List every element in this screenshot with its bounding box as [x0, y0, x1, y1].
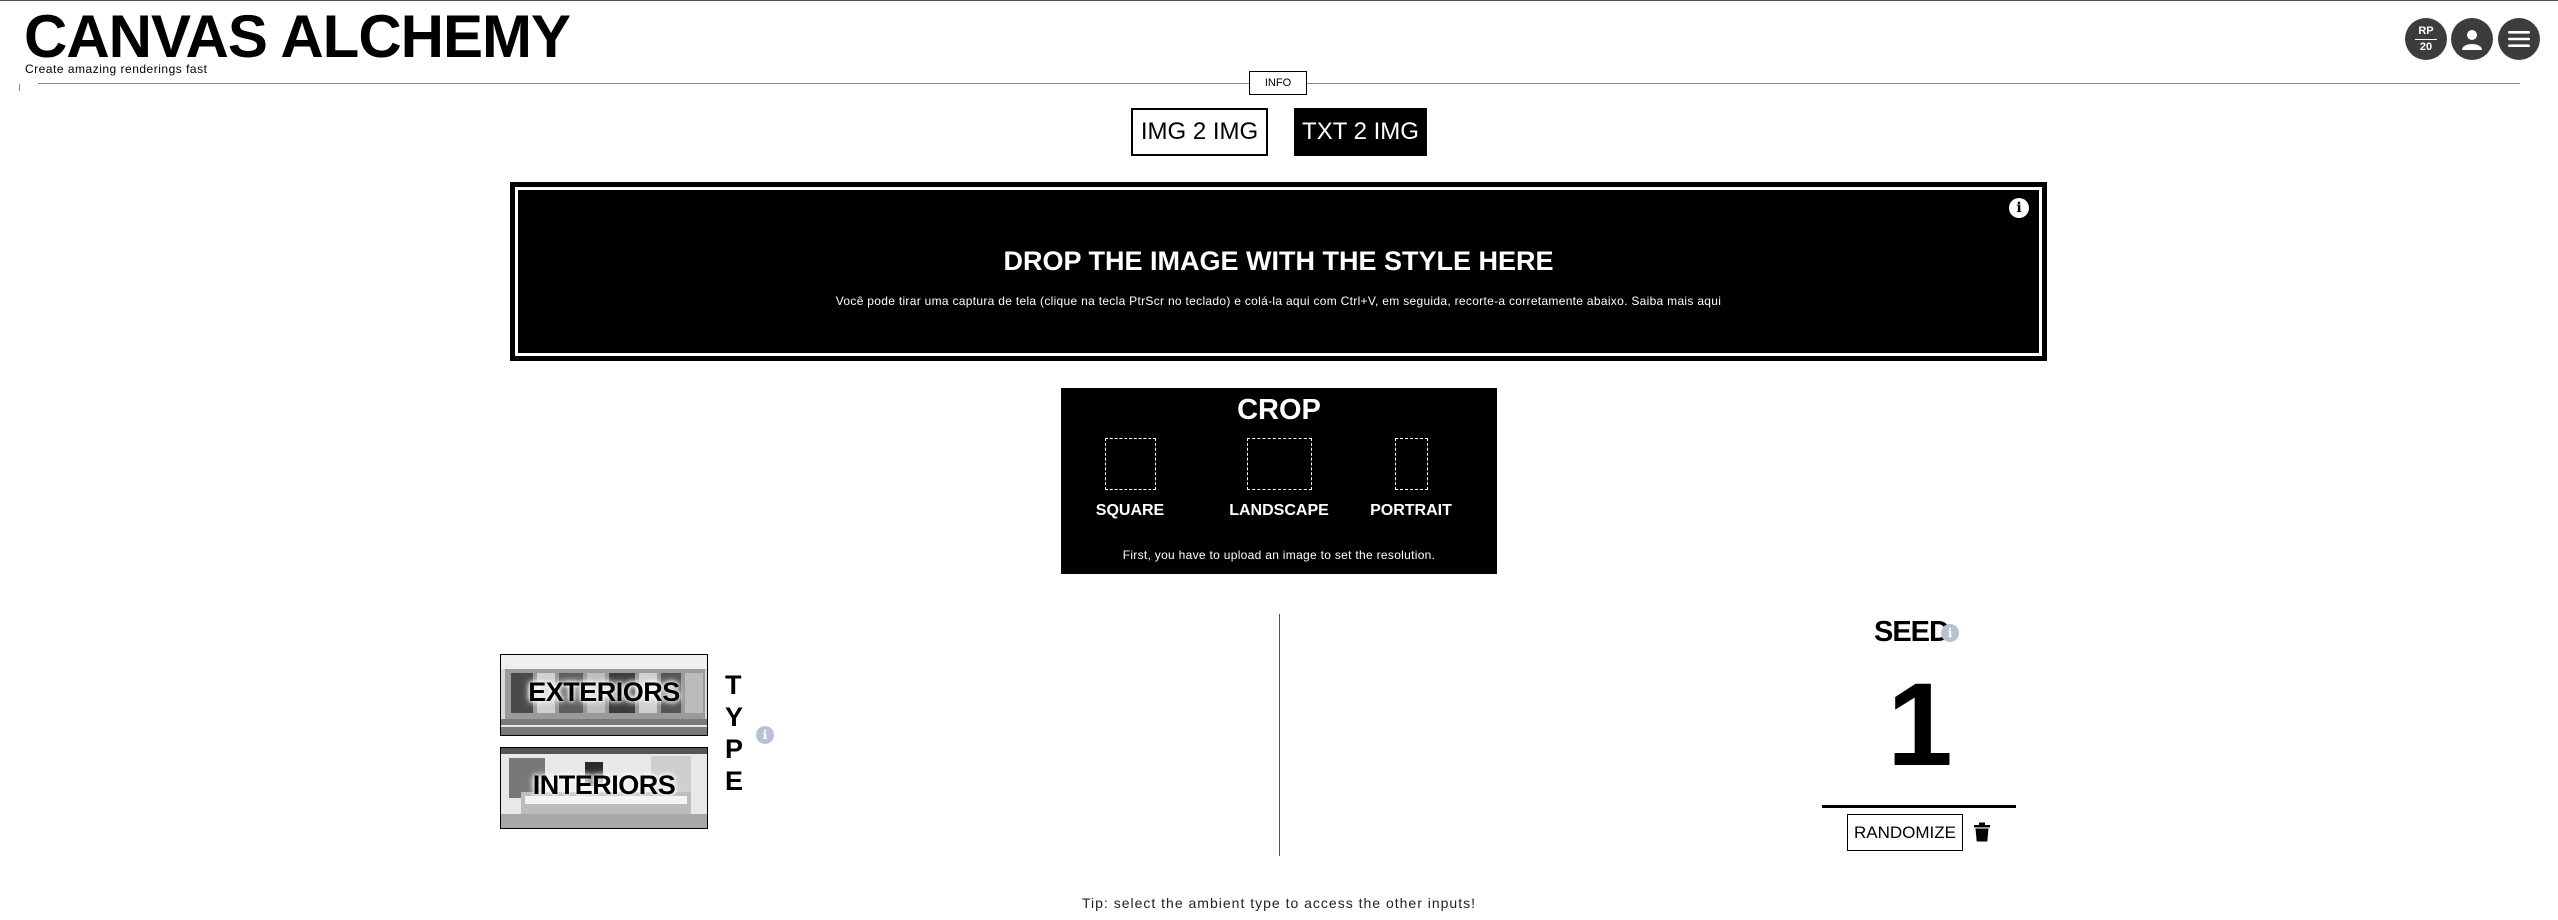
trash-icon[interactable] [1973, 822, 1991, 842]
seed-title: SEED [1874, 616, 1950, 648]
type-heading-letter: Y [725, 702, 744, 732]
hamburger-menu-icon [2508, 31, 2530, 47]
crop-option-square[interactable]: SQUARE [1085, 438, 1175, 520]
crop-option-portrait[interactable]: PORTRAIT [1369, 438, 1453, 520]
info-icon[interactable]: i [1941, 624, 1959, 642]
portrait-frame-icon [1394, 438, 1428, 490]
seed-underline [1822, 805, 2016, 808]
crop-option-landscape[interactable]: LANDSCAPE [1229, 438, 1329, 520]
type-card-exteriors[interactable]: EXTERIORS [500, 654, 708, 736]
type-heading-letter: P [725, 734, 744, 764]
randomize-button[interactable]: RANDOMIZE [1847, 814, 1963, 851]
crop-title: CROP [1237, 394, 1321, 426]
crop-option-label: LANDSCAPE [1229, 502, 1329, 519]
type-card-interiors[interactable]: INTERIORS [500, 747, 708, 829]
section-divider [1279, 614, 1280, 856]
account-button[interactable] [2451, 18, 2493, 60]
crop-option-label: SQUARE [1095, 502, 1165, 519]
landscape-frame-icon [1246, 438, 1312, 490]
type-card-label: EXTERIORS [528, 677, 680, 707]
credits-count: 20 [2419, 40, 2433, 53]
menu-button[interactable] [2498, 18, 2540, 60]
top-border [0, 0, 2558, 1]
user-icon [2462, 30, 2482, 50]
divider-tick [19, 84, 20, 91]
tab-txt-2-img[interactable]: TXT 2 IMG [1294, 108, 1427, 156]
app-title: CANVAS ALCHEMY [24, 3, 571, 70]
crop-note: First, you have to upload an image to se… [1122, 548, 1436, 562]
crop-option-label: PORTRAIT [1370, 502, 1452, 519]
tab-img-2-img[interactable]: IMG 2 IMG [1131, 108, 1268, 156]
credits-badge[interactable]: RP 20 [2405, 18, 2447, 60]
info-icon[interactable]: i [756, 726, 774, 744]
info-icon[interactable]: i [2009, 198, 2029, 218]
app-subtitle: Create amazing renderings fast [25, 62, 208, 76]
type-heading-letter: T [725, 670, 742, 700]
credits-label: RP [2418, 24, 2434, 37]
square-frame-icon [1104, 438, 1156, 490]
dropzone-frame: i DROP THE IMAGE WITH THE STYLE HERE Voc… [515, 187, 2042, 356]
type-heading-letter: E [725, 766, 744, 796]
tip-text: Tip: select the ambient type to access t… [1082, 895, 1476, 911]
credits-divider [2415, 38, 2437, 40]
dropzone-instructions: Você pode tirar uma captura de tela (cli… [835, 294, 1722, 308]
seed-value-input[interactable]: 1 [1822, 660, 2018, 790]
type-card-label: INTERIORS [532, 770, 676, 800]
style-image-dropzone[interactable]: i DROP THE IMAGE WITH THE STYLE HERE Voc… [510, 182, 2047, 361]
crop-panel: CROP SQUARE LANDSCAPE PORTRAIT First, yo… [1061, 388, 1497, 574]
dropzone-title: DROP THE IMAGE WITH THE STYLE HERE [1003, 246, 1554, 276]
info-button[interactable]: INFO [1249, 71, 1307, 95]
